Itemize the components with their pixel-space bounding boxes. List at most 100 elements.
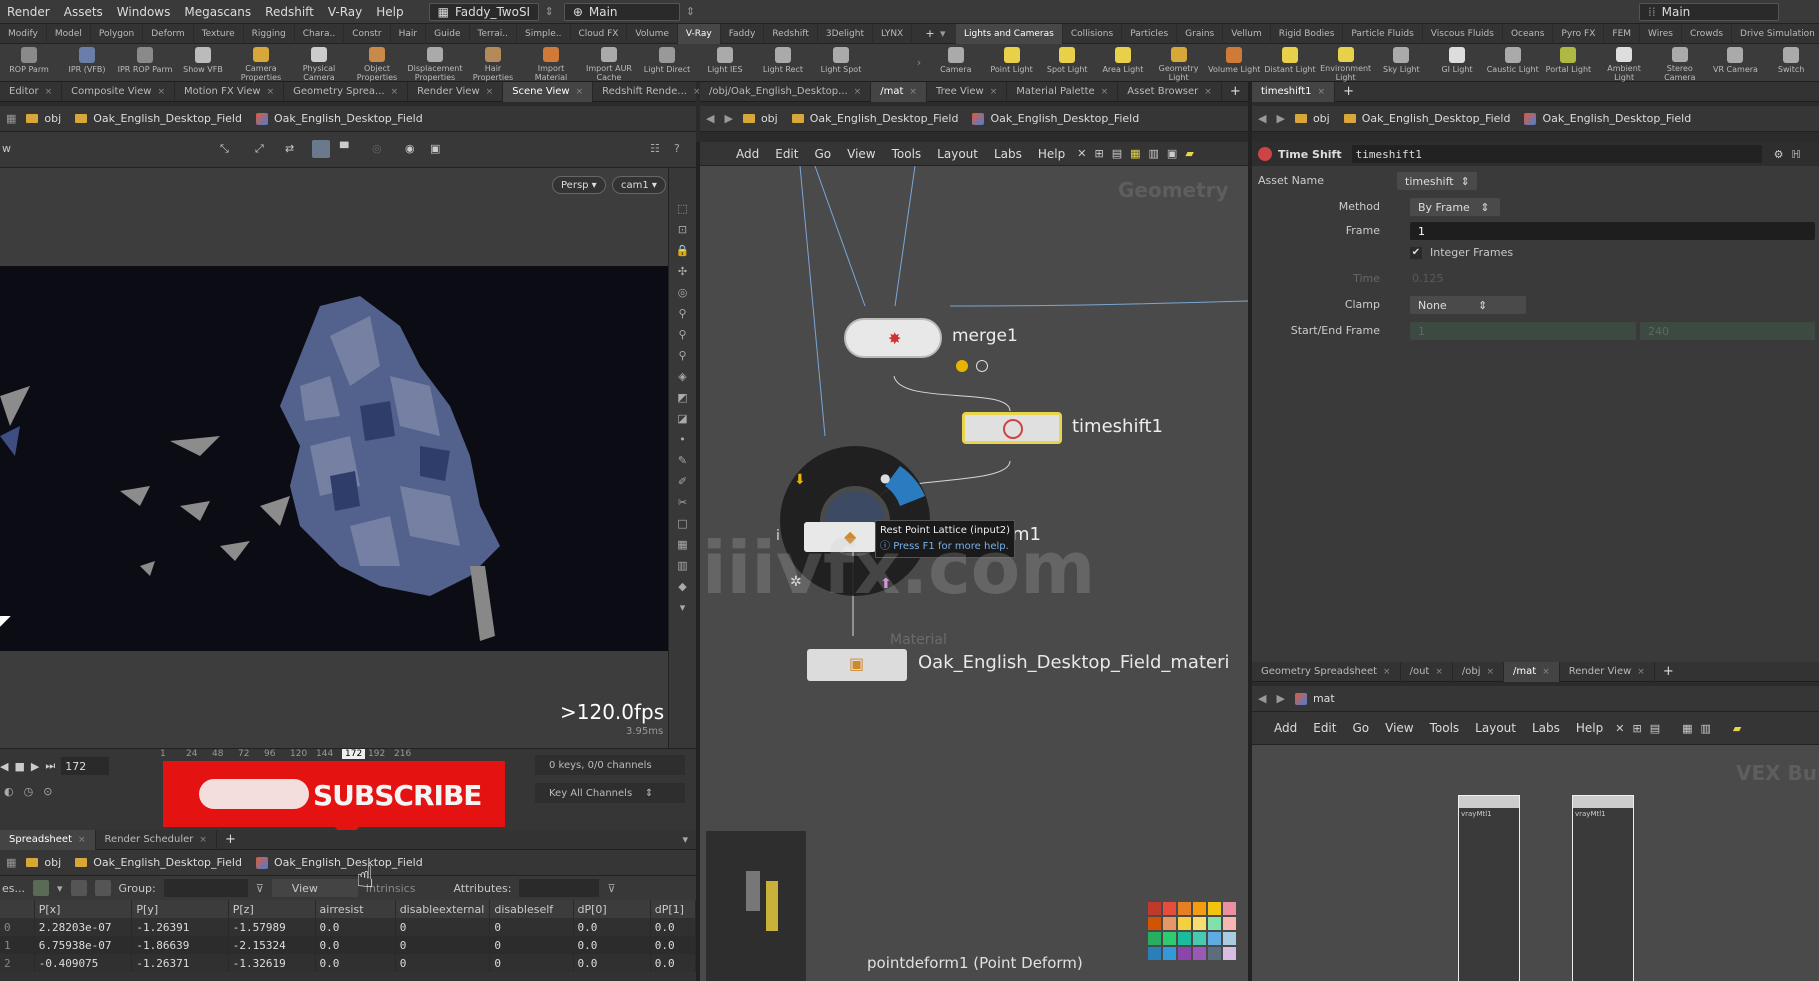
grid-icon[interactable]: ▦ xyxy=(1682,722,1692,735)
net-menu-add[interactable]: Add xyxy=(728,147,767,161)
vex-menu-tools[interactable]: Tools xyxy=(1422,721,1468,735)
tool-light-direct[interactable]: Light Direct xyxy=(638,44,696,82)
close-icon[interactable]: × xyxy=(391,87,399,97)
vray-material-node[interactable]: vrayMtl1 xyxy=(1458,795,1520,981)
tab-motion-fx-view[interactable]: Motion FX View × xyxy=(175,81,285,102)
shelf-tab-grains[interactable]: Grains xyxy=(1177,23,1224,44)
tool-sky-light[interactable]: Sky Light xyxy=(1374,44,1430,82)
pane-link-icon[interactable]: ▦ xyxy=(6,856,16,869)
column-header[interactable]: P[y] xyxy=(131,900,229,918)
tool-stereo-camera[interactable]: Stereo Camera xyxy=(1652,44,1708,82)
shelf-tab-rigid-bodies[interactable]: Rigid Bodies xyxy=(1271,23,1344,44)
tab-render-scheduler[interactable]: Render Scheduler × xyxy=(96,829,217,850)
color-swatch[interactable] xyxy=(1208,902,1221,915)
close-icon[interactable]: × xyxy=(854,87,862,97)
vex-menu-labs[interactable]: Labs xyxy=(1524,721,1568,735)
view-dropdown[interactable]: View xyxy=(271,879,358,897)
camera-icon[interactable]: ◉ xyxy=(405,142,415,155)
filter-icon[interactable]: ⊽ xyxy=(607,882,615,895)
vex-menu-add[interactable]: Add xyxy=(1266,721,1305,735)
point-icon[interactable]: • xyxy=(679,433,686,447)
play-reverse-icon[interactable]: ◀ xyxy=(0,760,8,773)
tool-portal-light[interactable]: Portal Light xyxy=(1541,44,1597,82)
shelf-tab-lights-and-cameras[interactable]: Lights and Cameras xyxy=(956,23,1063,44)
grid-icon[interactable]: ▦ xyxy=(1130,147,1140,160)
column-header[interactable]: disableexternal xyxy=(395,900,491,918)
close-icon[interactable]: × xyxy=(1318,87,1326,97)
main-dropdown[interactable]: ⊕ Main xyxy=(563,2,680,21)
net-menu-labs[interactable]: Labs xyxy=(986,147,1030,161)
color-swatch[interactable] xyxy=(1208,947,1221,960)
close-icon[interactable]: × xyxy=(78,835,86,845)
close-icon[interactable]: × xyxy=(486,87,494,97)
table-row[interactable]: 0 2.28203e-07 -1.26391 -1.57989 0.0 0 0 0.0 0.0 xyxy=(0,918,697,936)
add-shelf-icon[interactable]: + xyxy=(920,27,940,40)
tab-spreadsheet[interactable]: Spreadsheet × xyxy=(0,829,96,850)
crumb-node2[interactable]: Oak_English_Desktop_Field xyxy=(1524,112,1691,125)
tool-switch[interactable]: Switch xyxy=(1763,44,1819,82)
vray-material-node[interactable]: vrayMtl1 xyxy=(1572,795,1634,981)
jump-end-icon[interactable]: ⏭ xyxy=(45,759,55,773)
menu-vray[interactable]: V-Ray xyxy=(321,5,369,19)
shelf-tab-hair[interactable]: Hair xyxy=(391,23,427,44)
knife-icon[interactable]: ✂ xyxy=(678,496,687,510)
shelf-tab-volume[interactable]: Volume xyxy=(627,23,678,44)
color-swatch[interactable] xyxy=(1208,917,1221,930)
list-icon[interactable]: ▤ xyxy=(1650,722,1660,735)
persp-button[interactable]: Persp ▾ xyxy=(552,176,606,194)
lock-icon[interactable]: ◎ xyxy=(372,142,382,155)
tool-geometry-light[interactable]: Geometry Light xyxy=(1151,44,1207,82)
stop-icon[interactable]: ■ xyxy=(14,760,24,773)
tab-material-palette[interactable]: Material Palette × xyxy=(1007,81,1119,102)
shelf-tab-viscous-fluids[interactable]: Viscous Fluids xyxy=(1423,23,1503,44)
close-icon[interactable]: × xyxy=(199,835,207,845)
tool-hair-properties[interactable]: Hair Properties xyxy=(464,44,522,82)
menu-render[interactable]: Render xyxy=(0,5,57,19)
column-header[interactable]: P[x] xyxy=(34,900,133,918)
vertices-mode-icon[interactable]: ▾ xyxy=(57,882,63,895)
menu-windows[interactable]: Windows xyxy=(110,5,178,19)
color-swatch[interactable] xyxy=(1193,932,1206,945)
wrench-icon[interactable]: ✕ xyxy=(1077,147,1086,160)
close-icon[interactable]: × xyxy=(1487,667,1495,677)
tab-geometry-spreadsheet[interactable]: Geometry Spreadsheet × xyxy=(1252,661,1401,682)
tab-redshift-rende[interactable]: Redshift Rende... × xyxy=(593,81,711,102)
tool-camera[interactable]: Camera xyxy=(928,44,984,82)
net-menu-go[interactable]: Go xyxy=(806,147,839,161)
color-swatch[interactable] xyxy=(1178,947,1191,960)
detail-mode-icon[interactable] xyxy=(94,880,111,896)
shelf-tab-oceans[interactable]: Oceans xyxy=(1503,23,1554,44)
menu-assets[interactable]: Assets xyxy=(57,5,110,19)
timeshift-node[interactable] xyxy=(962,412,1062,444)
shelf-tab-3delight[interactable]: 3Delight xyxy=(818,23,873,44)
shelf-tab-lynx[interactable]: LYNX xyxy=(873,23,913,44)
audio-icon[interactable]: ◐ xyxy=(4,785,14,798)
select-icon[interactable]: ⬚ xyxy=(677,202,687,216)
tab-composite-view[interactable]: Composite View × xyxy=(62,81,175,102)
desktop-dropdown[interactable]: ▦ Faddy_TwoSI xyxy=(428,2,539,21)
crumb-node2[interactable]: Oak_English_Desktop_Field xyxy=(255,112,423,125)
color-swatch[interactable] xyxy=(1178,917,1191,930)
square-icon[interactable]: □ xyxy=(677,517,687,531)
crumb-obj[interactable]: obj xyxy=(742,112,778,125)
shelf-tab-texture[interactable]: Texture xyxy=(194,23,244,44)
crumb-obj[interactable]: obj xyxy=(1294,112,1330,125)
display-flag-icon[interactable]: ● xyxy=(880,471,890,485)
network-overview[interactable] xyxy=(706,831,806,981)
forward-icon[interactable]: ▶ xyxy=(724,112,732,125)
tool-import-aur-cache[interactable]: Import AUR Cache xyxy=(580,44,638,82)
vex-menu-layout[interactable]: Layout xyxy=(1467,721,1524,735)
bulb-icon[interactable]: ⚲ xyxy=(678,328,686,342)
filter-icon[interactable]: ⊽ xyxy=(256,882,264,895)
tool-displacement-properties[interactable]: Displacement Properties xyxy=(406,44,464,82)
scene-render[interactable] xyxy=(0,266,668,651)
wrench-icon[interactable]: ✕ xyxy=(1615,722,1624,735)
network-editor[interactable]: Geometry ✸ merge1 timeshift1 ⬇ i ✲ ⬆ ● ◆… xyxy=(700,166,1248,981)
main-right-dropdown[interactable]: ⁞⁞ Main xyxy=(1639,2,1779,21)
shelf-tab-drive-simulation[interactable]: Drive Simulation xyxy=(1732,24,1819,44)
more-icon[interactable]: ▾ xyxy=(680,601,686,615)
shelf-scroll-icon[interactable]: › xyxy=(910,56,928,69)
tool-volume-light[interactable]: Volume Light xyxy=(1206,44,1262,82)
back-icon[interactable]: ◀ xyxy=(1258,112,1266,125)
viewport[interactable]: Persp ▾ cam1 ▾ >120.0fps 3.95ms ◤ xyxy=(0,168,668,748)
